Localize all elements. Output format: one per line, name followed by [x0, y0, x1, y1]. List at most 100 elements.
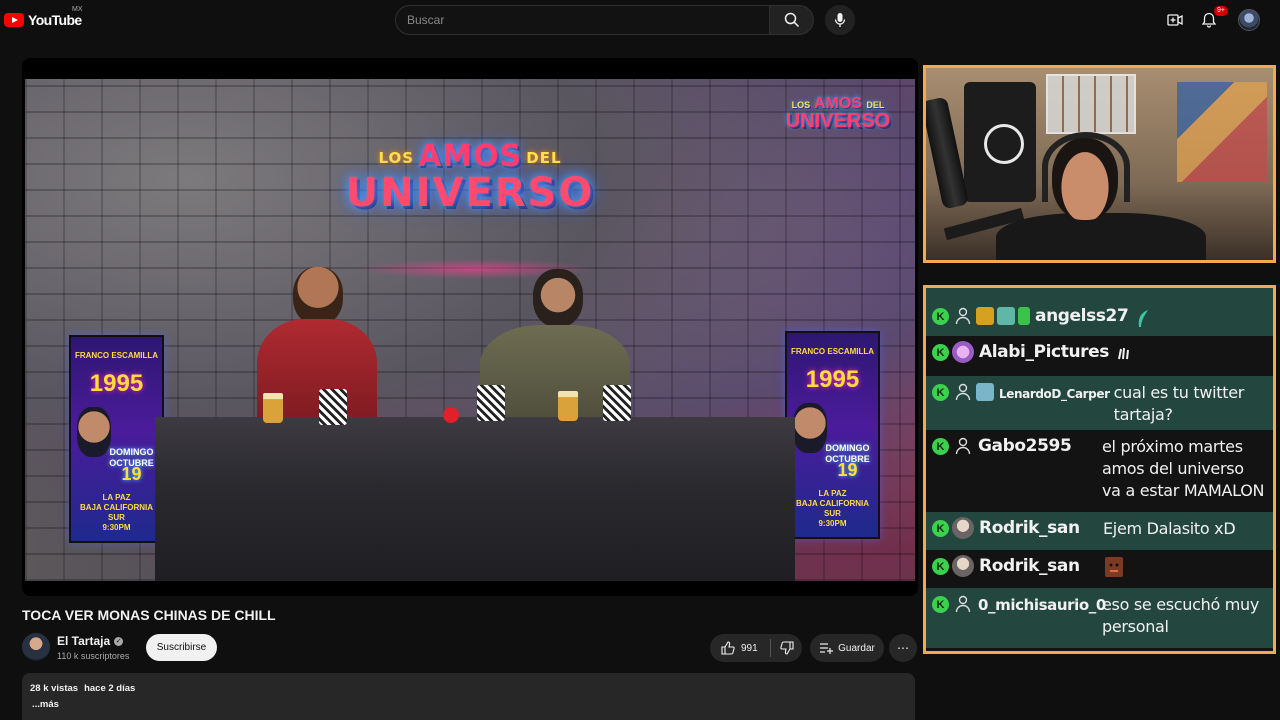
chat-username[interactable]: LenardoD_Carper: [999, 387, 1110, 401]
thumbs-up-icon: [721, 641, 735, 655]
streamer-headset: [1042, 132, 1130, 202]
chat-username[interactable]: Rodrik_san: [979, 518, 1099, 538]
description-more-link[interactable]: ...más: [30, 699, 907, 710]
top-bar: YouTube MX 9+: [0, 0, 1280, 40]
channel-name-row[interactable]: El Tartaja ✓: [57, 634, 124, 648]
gift-badge-icon: [1018, 307, 1030, 325]
sign-word-del: DEL: [526, 148, 562, 167]
logo-text: YouTube: [28, 12, 82, 28]
corner-del: DEL: [866, 100, 885, 110]
save-button[interactable]: Guardar: [810, 634, 884, 662]
like-button[interactable]: 991: [710, 634, 770, 662]
webcam-wall-posters: [1177, 82, 1267, 182]
kick-badge-icon: K: [932, 596, 949, 613]
search-button[interactable]: [770, 5, 814, 35]
corner-watermark-logo: LOS AMOS DEL UNIVERSO: [773, 95, 903, 133]
description-box[interactable]: 28 k vistas hace 2 días ...más: [22, 673, 915, 720]
feather-emote-icon: [1136, 309, 1150, 334]
poster-state: BAJA CALIFORNIA SUR: [79, 503, 154, 522]
user-icon: [953, 436, 973, 456]
channel-avatar[interactable]: [22, 633, 50, 661]
cup: [477, 385, 505, 421]
poster-location: LA PAZ BAJA CALIFORNIA SUR 9:30PM: [787, 489, 878, 529]
event-poster-left: FRANCO ESCAMILLA 1995 DOMINGO OCTUBRE 19 …: [69, 335, 164, 543]
streamer-body: [996, 213, 1206, 260]
poster-date-number: 19: [121, 464, 142, 484]
claw-emote-icon: [1117, 345, 1131, 366]
more-actions-button[interactable]: ⋯: [889, 634, 917, 662]
subscriber-count: 110 k suscriptores: [57, 651, 130, 661]
beer-glass: [263, 393, 283, 423]
chat-username[interactable]: angelss27: [1035, 306, 1129, 326]
chat-row-partial: [926, 288, 1273, 300]
view-count: 28 k vistas: [30, 683, 79, 694]
video-player[interactable]: LOS AMOS DEL UNIVERSO LOS AMOS DEL UNIVERS…: [22, 58, 918, 596]
search-bar: [395, 5, 815, 35]
save-label: Guardar: [838, 642, 875, 654]
poster-date: DOMINGO OCTUBRE 19: [817, 443, 878, 479]
search-input[interactable]: [407, 13, 769, 27]
webcam-hanging-shirt: [964, 82, 1036, 202]
youtube-logo[interactable]: YouTube MX: [4, 6, 83, 30]
chat-username[interactable]: 0_michisaurio_0: [978, 596, 1106, 614]
event-poster-right: FRANCO ESCAMILLA 1995 DOMINGO OCTUBRE 19 …: [785, 331, 880, 539]
microphone-icon: [834, 13, 846, 27]
subscribe-button[interactable]: Suscribirse: [146, 634, 217, 661]
poster-place: LA PAZ: [818, 489, 847, 498]
video-title: TOCA VER MONAS CHINAS DE CHILL: [22, 607, 276, 623]
create-video-icon: [1167, 14, 1183, 26]
crown-badge-icon: [976, 307, 994, 325]
user-avatar: [952, 341, 974, 363]
like-dislike-group: 991: [710, 634, 802, 662]
corner-los: LOS: [791, 100, 811, 110]
chat-message: K Rodrik_san Ejem Dalasito xD: [926, 512, 1273, 550]
kick-badge-icon: K: [932, 384, 949, 401]
poster-header: FRANCO ESCAMILLA: [74, 351, 159, 360]
notifications-button[interactable]: 9+: [1197, 6, 1228, 32]
apple: [443, 407, 459, 423]
kick-badge-icon: K: [932, 344, 949, 361]
sign-word-amos: AMOS: [418, 139, 523, 174]
like-count: 991: [741, 642, 758, 654]
bell-icon: [1202, 12, 1216, 28]
user-icon: [953, 594, 973, 614]
chat-message: K Gabo2595 el próximo martes amos del un…: [926, 430, 1273, 512]
face-emote-icon: [1105, 557, 1123, 582]
poster-time: 9:30PM: [102, 523, 131, 532]
verified-icon: ✓: [114, 636, 124, 646]
cup: [603, 385, 631, 421]
cup: [319, 389, 347, 425]
playlist-add-icon: [820, 643, 834, 654]
user-avatar: [952, 517, 974, 539]
neon-sign: LOS AMOS DEL UNIVERSO: [345, 139, 595, 279]
chat-message: K angelss27: [926, 300, 1273, 336]
channel-name[interactable]: El Tartaja: [57, 634, 110, 648]
corner-universo: UNIVERSO: [785, 110, 891, 132]
voice-search-button[interactable]: [825, 5, 855, 35]
notification-count-badge: 9+: [1214, 6, 1228, 16]
search-icon: [784, 12, 799, 28]
search-box: [395, 5, 770, 35]
account-avatar[interactable]: [1238, 9, 1260, 31]
dislike-button[interactable]: [771, 634, 802, 662]
poster-year: 1995: [805, 366, 860, 393]
create-button[interactable]: [1163, 8, 1187, 32]
chat-text: eso se escuchó muy personal: [1102, 595, 1260, 636]
chat-username[interactable]: Gabo2595: [978, 436, 1098, 456]
youtube-play-icon: [4, 13, 24, 27]
webcam-shelf: [1046, 74, 1136, 134]
thumbs-down-icon: [779, 641, 794, 655]
poster-time: 9:30PM: [818, 519, 847, 528]
chat-username[interactable]: Rodrik_san: [979, 556, 1099, 576]
sign-word-los: LOS: [378, 148, 415, 167]
chat-message: K 0_michisaurio_0 eso se escuchó muy per…: [926, 588, 1273, 648]
chat-text: el próximo martes amos del universo va a…: [1102, 437, 1265, 500]
user-icon: [953, 306, 973, 326]
webcam-microphone: [926, 96, 970, 210]
chat-username[interactable]: Alabi_Pictures: [979, 342, 1109, 362]
chat-text: Ejem Dalasito xD: [1103, 519, 1236, 538]
beer-glass: [558, 391, 578, 421]
poster-day: DOMINGO: [825, 443, 870, 453]
webcam-overlay: [923, 65, 1276, 263]
table: [155, 417, 795, 581]
